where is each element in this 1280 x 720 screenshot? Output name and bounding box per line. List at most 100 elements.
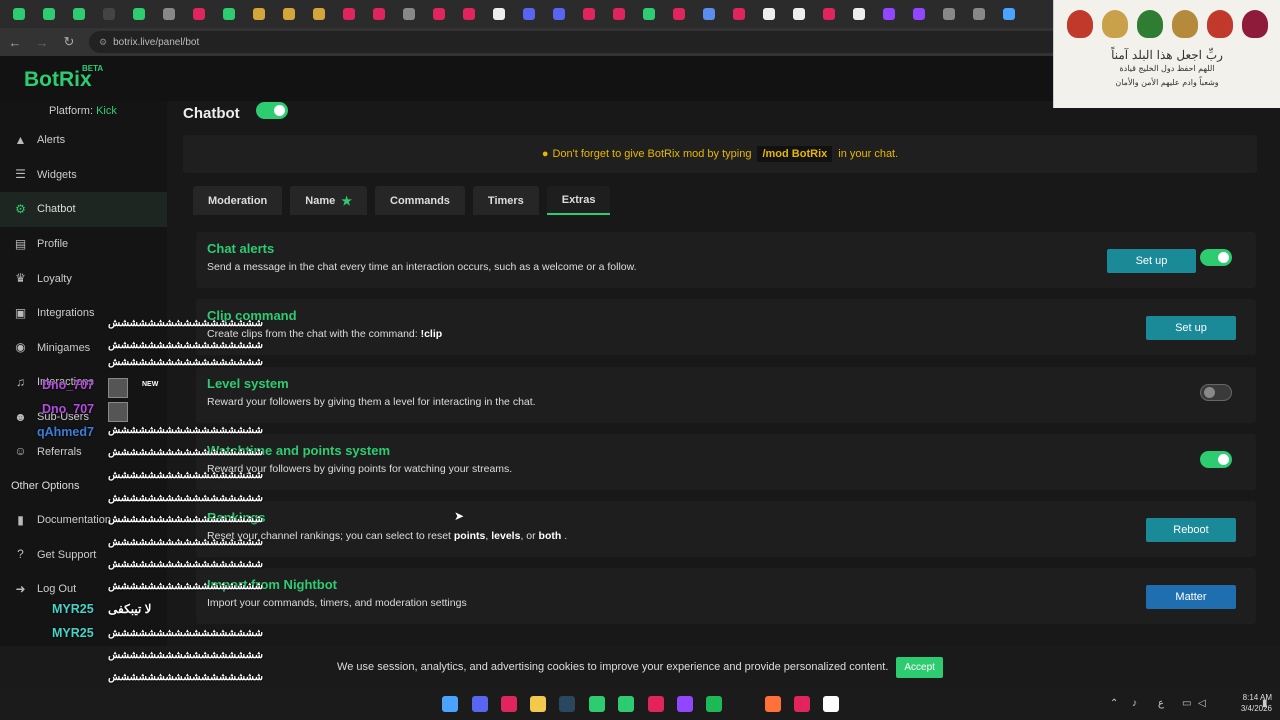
tab-moderation[interactable]: Moderation [193,186,283,215]
whatsapp-icon[interactable] [618,696,634,712]
browser-tab[interactable] [874,0,904,28]
steam-icon[interactable] [559,696,575,712]
main-content: Chatbot ● Don't forget to give BotRix mo… [167,101,1272,688]
sidebar-item-sub-users[interactable]: ☻ Sub-Users [0,400,167,435]
notification-icon[interactable]: ▮ [1262,698,1268,709]
browser-tab[interactable] [214,0,244,28]
browser-tab[interactable] [184,0,214,28]
tab-commands[interactable]: Commands [375,186,465,215]
browser-tab[interactable] [424,0,454,28]
firefox-icon[interactable] [765,696,781,712]
back-icon[interactable]: ← [3,30,27,54]
windows-start-icon[interactable] [442,696,458,712]
botrix-logo[interactable]: BotRix BETA [24,64,103,92]
sidebar-item-referrals[interactable]: ☺ Referrals [0,434,167,469]
browser-tab[interactable] [364,0,394,28]
emblem-icon [1136,10,1163,38]
accept-cookies-button[interactable]: Accept [896,656,943,678]
sidebar-item-interactions[interactable]: ♫ Interactions [0,365,167,400]
forward-icon[interactable]: → [30,30,54,54]
browser-tab[interactable] [304,0,334,28]
chevron-up-icon[interactable]: ⌃ [1110,698,1118,709]
browser-tab[interactable] [724,0,754,28]
feature-toggle[interactable] [1200,249,1232,266]
mod-notice: ● Don't forget to give BotRix mod by typ… [183,135,1257,173]
browser-tab[interactable] [64,0,94,28]
favicon-icon [313,8,325,20]
input-language[interactable]: ع [1158,698,1164,709]
cookie-text: We use session, analytics, and advertisi… [337,661,889,673]
spotify-icon[interactable] [706,696,722,712]
chrome-icon[interactable] [501,696,517,712]
browser-tab[interactable] [694,0,724,28]
browser-tab[interactable] [664,0,694,28]
trophy-icon: ♛ [15,271,26,286]
browser-tab[interactable] [604,0,634,28]
xbox-icon[interactable] [589,696,605,712]
matter-button[interactable]: Matter [1146,585,1236,609]
reload-icon[interactable]: ↻ [57,30,81,54]
browser-tab[interactable] [394,0,424,28]
browser-tab[interactable] [484,0,514,28]
browser-tab[interactable] [124,0,154,28]
capcut-icon[interactable] [823,696,839,712]
microphone-icon[interactable]: ♪ [1132,698,1137,709]
volume-icon[interactable]: ◁ [1198,698,1206,709]
sidebar-item-minigames[interactable]: ◉ Minigames [0,331,167,366]
set-up-button[interactable]: Set up [1107,249,1196,273]
site-info-icon[interactable]: ⚙ [99,37,107,48]
sidebar-item-alerts[interactable]: ▲ Alerts [0,123,167,158]
chatbot-toggle[interactable] [255,102,288,119]
file-explorer-icon[interactable] [530,696,546,712]
set-up-button[interactable]: Set up [1146,316,1236,340]
discord-icon[interactable] [472,696,488,712]
network-icon[interactable]: ▭ [1182,698,1191,709]
browser-tab[interactable] [754,0,784,28]
browser-tab[interactable] [454,0,484,28]
sidebar-item-documentation[interactable]: ▮ Documentation [0,503,167,538]
twitch-icon[interactable] [677,696,693,712]
favicon-icon [673,8,685,20]
tab-name[interactable]: Name ★ [290,186,368,215]
beta-badge: BETA [82,64,104,73]
sidebar-item-integrations[interactable]: ▣ Integrations [0,296,167,331]
feature-toggle[interactable] [1200,384,1232,401]
browser-tab[interactable] [994,0,1024,28]
ranking-option: points [453,530,486,542]
feature-title: Level system [207,376,289,391]
url-field[interactable]: ⚙ botrix.live/panel/bot [89,31,1099,53]
reboot-button[interactable]: Reboot [1146,518,1236,542]
browser-tab[interactable] [34,0,64,28]
sidebar-item-widgets[interactable]: ☰ Widgets [0,158,167,193]
browser-tab[interactable] [784,0,814,28]
browser-tab[interactable] [574,0,604,28]
browser-tab[interactable] [334,0,364,28]
browser-tab[interactable] [814,0,844,28]
browser-tab[interactable] [4,0,34,28]
browser-tab[interactable] [904,0,934,28]
tab-timers[interactable]: Timers [472,186,539,215]
browser-tab[interactable] [934,0,964,28]
sidebar-item-loyalty[interactable]: ♛ Loyalty [0,261,167,296]
browser-tab[interactable] [964,0,994,28]
browser-tab[interactable] [634,0,664,28]
browser-tab[interactable] [514,0,544,28]
favicon-icon [943,8,955,20]
sidebar-item-chatbot[interactable]: ⚙ Chatbot [0,192,167,227]
feature-toggle[interactable] [1200,451,1232,468]
adobe-icon[interactable] [648,696,664,712]
browser-tab[interactable] [544,0,574,28]
top-bar: BotRix BETA [0,56,1053,101]
browser-tab[interactable] [244,0,274,28]
app-icon[interactable] [794,696,810,712]
sidebar-item-get-support[interactable]: ? Get Support [0,538,167,573]
sidebar-item-profile[interactable]: ▤ Profile [0,227,167,262]
browser-tab[interactable] [844,0,874,28]
browser-tab[interactable] [154,0,184,28]
platform-indicator: Platform: Kick [0,101,167,123]
description-text: Send a message in the chat every time an… [207,261,637,273]
sidebar-item-log-out[interactable]: ➜ Log Out [0,572,167,607]
browser-tab[interactable] [94,0,124,28]
tab-extras[interactable]: Extras [546,186,611,215]
browser-tab[interactable] [274,0,304,28]
